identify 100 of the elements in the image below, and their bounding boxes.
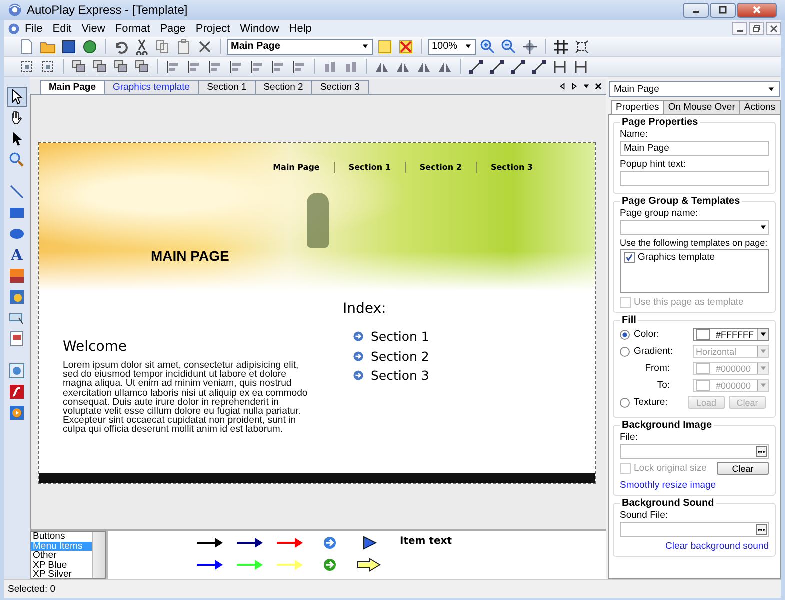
caret-icon bbox=[465, 43, 472, 50]
index-link[interactable]: Section 2 bbox=[371, 348, 430, 364]
nav-link[interactable]: Section 2 bbox=[404, 162, 476, 173]
checkbox[interactable] bbox=[624, 252, 635, 263]
resize-link[interactable]: Smoothly resize image bbox=[620, 480, 716, 491]
minimize-button[interactable] bbox=[683, 2, 709, 18]
window-title: AutoPlay Express - [Template] bbox=[27, 3, 188, 17]
sound-file-field[interactable] bbox=[620, 522, 769, 537]
restore-icon bbox=[752, 24, 760, 32]
delete-page-icon[interactable] bbox=[397, 38, 415, 54]
checkmark-icon bbox=[625, 253, 634, 262]
scrollbar[interactable] bbox=[92, 532, 105, 578]
welcome-heading: Welcome bbox=[63, 339, 128, 355]
scroll-left-icon[interactable] bbox=[559, 83, 566, 90]
maximize-button[interactable] bbox=[710, 2, 736, 18]
radio-label: Texture: bbox=[634, 397, 669, 408]
page-tab[interactable]: Section 3 bbox=[311, 80, 369, 94]
media-icon bbox=[9, 405, 25, 421]
figure-silhouette bbox=[307, 193, 329, 248]
group-title: Background Sound bbox=[621, 498, 716, 509]
page-tab[interactable]: Main Page bbox=[40, 80, 105, 94]
restore-button[interactable] bbox=[749, 22, 764, 35]
line-icon[interactable] bbox=[467, 58, 485, 74]
page-dropdown[interactable]: Main Page bbox=[609, 81, 780, 97]
cursor-arrow-tool-button[interactable] bbox=[7, 87, 27, 107]
clear-sound-link[interactable]: Clear background sound bbox=[665, 541, 769, 552]
field-label: Sound File: bbox=[620, 510, 670, 521]
layer-order-icon[interactable] bbox=[70, 58, 88, 74]
line-icon[interactable] bbox=[530, 58, 548, 74]
caret-icon bbox=[760, 382, 766, 389]
menu-item[interactable]: Help bbox=[284, 22, 317, 34]
browse-button[interactable] bbox=[756, 524, 767, 535]
page-dropdown[interactable]: Main Page bbox=[227, 38, 373, 54]
line-icon[interactable] bbox=[488, 58, 506, 74]
page-tab[interactable]: Section 1 bbox=[198, 80, 256, 94]
index-link[interactable]: Section 1 bbox=[371, 329, 430, 344]
close-button[interactable] bbox=[766, 22, 781, 35]
zoom-in-icon[interactable] bbox=[479, 38, 497, 54]
scroll-right-icon[interactable] bbox=[571, 83, 578, 90]
layer-order-icon[interactable] bbox=[112, 58, 130, 74]
zoom-dropdown[interactable]: 100% bbox=[428, 38, 476, 54]
index-link[interactable]: Section 3 bbox=[371, 368, 430, 384]
flash-tool-button[interactable] bbox=[7, 382, 27, 402]
radio-button[interactable] bbox=[620, 330, 630, 340]
line-icon[interactable] bbox=[509, 58, 527, 74]
text-tool-button[interactable]: A bbox=[7, 245, 27, 265]
menu-item[interactable]: File bbox=[20, 22, 48, 34]
close-button[interactable] bbox=[737, 2, 777, 18]
rectangle-icon bbox=[9, 205, 25, 221]
snap-icon[interactable] bbox=[573, 38, 591, 54]
field-label: File: bbox=[620, 432, 639, 443]
close-icon bbox=[770, 24, 778, 32]
hint-field[interactable] bbox=[620, 171, 769, 186]
menu-item[interactable]: Window bbox=[235, 22, 284, 34]
category-item[interactable]: Other bbox=[31, 551, 92, 561]
nav-link[interactable]: Section 1 bbox=[334, 162, 405, 173]
close-icon[interactable] bbox=[595, 83, 602, 90]
minimize-button[interactable] bbox=[732, 22, 747, 35]
picture-tool-button[interactable] bbox=[7, 266, 27, 286]
name-field[interactable]: Main Page bbox=[620, 141, 769, 156]
properties-tab[interactable]: Actions bbox=[739, 100, 781, 114]
arrow-icon[interactable] bbox=[196, 536, 224, 550]
arrow-icon[interactable] bbox=[236, 536, 264, 550]
layer-order-icon[interactable] bbox=[91, 58, 109, 74]
clear-button[interactable]: Clear bbox=[717, 462, 769, 475]
radio-button[interactable] bbox=[620, 398, 630, 408]
page-tab[interactable]: Graphics template bbox=[104, 80, 200, 94]
menu-item[interactable]: Edit bbox=[48, 22, 77, 34]
category-item[interactable]: XP Blue bbox=[31, 560, 92, 570]
checkbox-label: Use this page as template bbox=[634, 297, 744, 308]
menu-item[interactable]: Project bbox=[190, 22, 236, 34]
browse-button[interactable] bbox=[756, 446, 767, 457]
dropdown-icon[interactable] bbox=[583, 83, 590, 90]
menu-item[interactable]: View bbox=[76, 22, 110, 34]
arrow-bullet-icon bbox=[353, 370, 364, 382]
arrow-bullet-icon bbox=[353, 331, 364, 342]
field-label: To: bbox=[656, 380, 671, 391]
media-tool-button[interactable] bbox=[7, 403, 27, 423]
color-picker[interactable]: #FFFFFF bbox=[693, 328, 769, 341]
nav-link[interactable]: Main Page bbox=[259, 162, 334, 173]
index-heading: Index: bbox=[343, 301, 388, 317]
menu-item[interactable]: Format bbox=[110, 22, 156, 34]
globe-icon[interactable] bbox=[81, 38, 99, 54]
properties-tab[interactable]: Properties bbox=[611, 100, 664, 114]
gear-tool-button[interactable] bbox=[7, 287, 27, 307]
web-tool-button[interactable] bbox=[7, 361, 27, 381]
radio-button[interactable] bbox=[620, 346, 630, 356]
status-text: Selected: 0 bbox=[8, 584, 56, 594]
nav-link[interactable]: Section 3 bbox=[476, 162, 547, 173]
layer-order-icon[interactable] bbox=[133, 58, 151, 74]
arrow-icon[interactable] bbox=[196, 558, 224, 572]
menu-item[interactable]: Page bbox=[155, 22, 191, 34]
file-field[interactable] bbox=[620, 444, 769, 459]
properties-tab[interactable]: On Mouse Over bbox=[663, 100, 740, 114]
category-item[interactable]: Buttons bbox=[31, 532, 92, 542]
page-tab[interactable]: Section 2 bbox=[254, 80, 312, 94]
zoom-out-icon[interactable] bbox=[500, 38, 518, 54]
grid-icon[interactable] bbox=[552, 38, 570, 54]
category-item[interactable]: XP Silver bbox=[31, 570, 92, 578]
move-icon[interactable] bbox=[521, 38, 539, 54]
